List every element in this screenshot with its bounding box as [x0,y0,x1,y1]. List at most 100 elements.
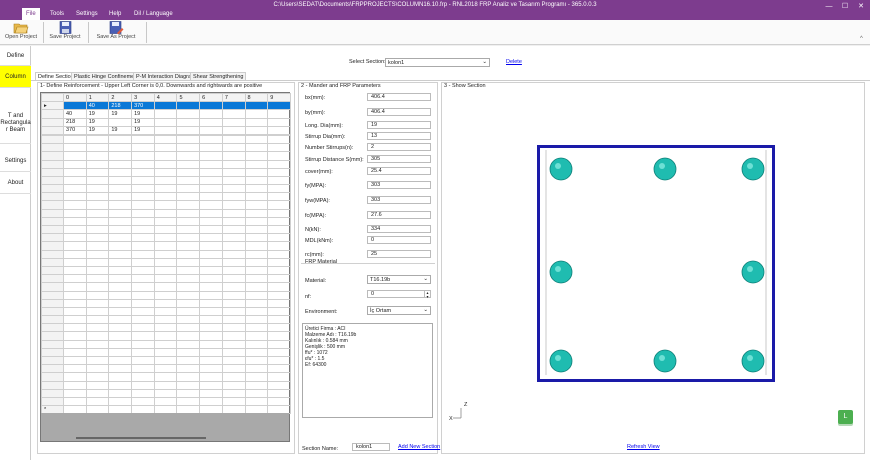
grid-cell[interactable] [244,331,269,341]
grid-cell[interactable] [176,151,201,161]
grid-cell[interactable] [267,184,291,194]
grid-cell[interactable] [108,192,133,202]
grid-cell[interactable] [85,339,110,349]
grid-cell[interactable] [176,282,201,292]
grid-cell[interactable] [267,125,291,135]
grid-cell[interactable]: 19 [108,109,133,119]
grid-cell[interactable] [153,151,178,161]
grid-cell[interactable] [244,364,269,374]
grid-cell[interactable] [153,175,178,186]
grid-cell[interactable] [108,355,133,366]
grid-cell[interactable] [108,339,133,349]
grid-cell[interactable] [153,331,178,341]
table-row[interactable] [41,208,291,218]
grid-cell[interactable] [131,151,155,161]
grid-cell[interactable] [63,159,87,169]
grid-cell[interactable] [63,323,87,333]
grid-cell[interactable] [221,200,246,210]
grid-cell[interactable] [244,265,269,276]
grid-cell[interactable] [267,306,291,317]
grid-cell[interactable] [176,192,201,202]
grid-cell[interactable] [176,323,201,333]
grid-cell[interactable] [267,151,291,161]
grid-cell[interactable] [153,306,178,317]
grid-cell[interactable] [176,257,201,267]
grid-cell[interactable] [85,257,110,267]
grid-cell[interactable] [176,159,201,169]
grid-cell[interactable] [176,372,201,382]
grid-cell[interactable] [221,134,246,145]
grid-cell[interactable] [199,101,223,111]
grid-cell[interactable] [153,298,178,308]
grid-cell[interactable] [267,364,291,374]
grid-cell[interactable] [108,323,133,333]
grid-cell[interactable]: 19 [108,125,133,135]
grid-cell[interactable] [63,274,87,284]
grid-cell[interactable] [244,347,269,358]
grid-cell[interactable] [108,380,133,390]
grid-cell[interactable] [176,224,201,235]
grid-cell[interactable] [221,167,246,177]
grid-cell[interactable] [85,241,110,251]
grid-cell[interactable] [63,184,87,194]
param-input[interactable]: 19 [367,121,431,129]
grid-cell[interactable] [108,184,133,194]
horizontal-scrollbar[interactable] [76,437,206,439]
grid-cell[interactable] [131,257,155,267]
grid-cell[interactable] [221,372,246,382]
grid-cell[interactable] [131,306,155,317]
grid-cell[interactable] [153,208,178,218]
table-row[interactable] [41,290,291,300]
grid-cell[interactable] [267,380,291,390]
grid-cell[interactable] [244,323,269,333]
grid-cell[interactable] [85,298,110,308]
grid-cell[interactable] [244,208,269,218]
grid-cell[interactable] [267,200,291,210]
table-row[interactable] [41,306,291,317]
menu-language[interactable]: Dil / Language [130,8,177,20]
grid-cell[interactable] [108,167,133,177]
grid-cell[interactable] [153,282,178,292]
grid-cell[interactable] [63,290,87,300]
grid-cell[interactable] [131,282,155,292]
grid-cell[interactable] [199,257,223,267]
table-row[interactable] [41,388,291,398]
grid-cell[interactable] [199,364,223,374]
grid-cell[interactable] [153,216,178,227]
grid-cell[interactable] [131,388,155,398]
grid-cell[interactable] [244,134,269,145]
param-input[interactable]: 303 [367,196,431,204]
grid-cell[interactable] [267,372,291,382]
grid-cell[interactable] [176,117,201,127]
grid-cell[interactable]: 19 [131,117,155,127]
grid-cell[interactable] [108,282,133,292]
grid-cell[interactable] [108,372,133,382]
grid-cell[interactable] [153,364,178,374]
grid-cell[interactable] [176,241,201,251]
grid-cell[interactable] [63,396,87,407]
grid-cell[interactable] [153,347,178,358]
grid-cell[interactable] [108,315,133,325]
grid-cell[interactable] [85,167,110,177]
grid-cell[interactable] [63,372,87,382]
grid-cell[interactable] [85,282,110,292]
param-input[interactable]: 406.4 [367,108,431,116]
grid-cell[interactable] [63,134,87,145]
grid-cell[interactable] [221,355,246,366]
grid-col-header[interactable]: 5 [176,92,201,103]
grid-cell[interactable] [221,257,246,267]
grid-cell[interactable] [176,388,201,398]
grid-cell[interactable] [63,339,87,349]
grid-cell[interactable] [267,117,291,127]
grid-cell[interactable] [153,233,178,243]
grid-cell[interactable] [244,388,269,398]
grid-cell[interactable] [153,125,178,135]
grid-cell[interactable] [221,315,246,325]
grid-cell[interactable] [221,184,246,194]
grid-cell[interactable] [244,167,269,177]
grid-cell[interactable] [131,224,155,235]
grid-cell[interactable] [199,355,223,366]
grid-cell[interactable] [199,388,223,398]
table-row[interactable] [41,249,291,259]
material-info-memo[interactable]: Üretici Firma : ACI Malzeme Adı : T16.19b… [302,323,433,418]
